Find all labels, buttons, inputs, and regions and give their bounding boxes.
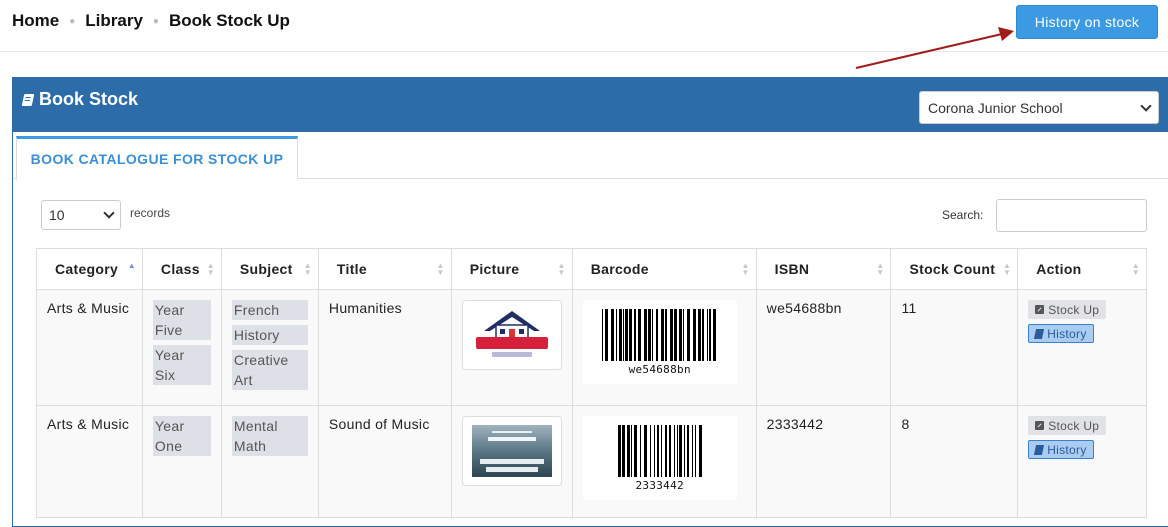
column-header-title[interactable]: Title ▲ ▼ (317, 248, 452, 290)
cell-class: Year One (141, 405, 222, 518)
table-row: Arts & Music Year One Mental Math Sound … (36, 405, 1147, 518)
book-picture[interactable] (461, 416, 562, 486)
records-label: records (130, 206, 171, 220)
page-length-value: 10 (49, 207, 65, 223)
subject-tag: French (231, 300, 308, 320)
search-input[interactable] (996, 199, 1147, 232)
column-header-isbn[interactable]: ISBN ▲ ▼ (755, 248, 892, 290)
wisville-academy-logo (475, 311, 548, 357)
column-header-subject[interactable]: Subject ▲ ▼ (220, 248, 319, 290)
barcode-text: we54688bn (628, 362, 691, 376)
barcode: we54688bn (582, 300, 737, 384)
cell-barcode: we54688bn (571, 289, 757, 406)
panel-header: Book Stock Corona Junior School (13, 78, 1168, 132)
breadcrumb-current: Book Stock Up (168, 11, 290, 30)
column-header-picture[interactable]: Picture ▲ ▼ (450, 248, 573, 290)
sort-icon: ▲ (127, 261, 136, 270)
sort-icon: ▲ ▼ (876, 261, 885, 277)
book-icon (1034, 328, 1045, 339)
breadcrumb-separator: ● (69, 15, 76, 27)
cell-category: Arts & Music (36, 405, 143, 518)
cell-isbn: we54688bn (755, 289, 892, 406)
book-icon (1034, 444, 1045, 455)
sort-icon: ▲ ▼ (436, 261, 445, 277)
cell-stock-count: 8 (890, 405, 1019, 518)
book-table: Category ▲ Class ▲ ▼ Subject ▲ ▼ Title ▲ ▼ Pict… (36, 248, 1147, 518)
chevron-down-icon (1140, 99, 1152, 112)
breadcrumb: Home ● Library ● Book Stock Up (12, 11, 290, 31)
cell-category: Arts & Music (36, 289, 143, 406)
sort-icon: ▲ ▼ (303, 261, 312, 277)
sort-icon: ▲ ▼ (206, 261, 215, 277)
column-header-stock-count[interactable]: Stock Count ▲ ▼ (890, 248, 1019, 290)
search-label: Search: (942, 208, 984, 222)
cell-isbn: 2333442 (755, 405, 892, 518)
class-tag: Year Five (152, 300, 211, 340)
cell-picture (450, 289, 573, 406)
barcode-bars-icon (601, 308, 716, 361)
cell-action: Stock Up History (1017, 289, 1147, 406)
subject-tag: Mental Math (231, 416, 308, 456)
page-length-select[interactable]: 10 (41, 200, 121, 230)
table-row: Arts & Music Year Five Year Six French H… (36, 289, 1147, 406)
column-header-class[interactable]: Class ▲ ▼ (141, 248, 222, 290)
cell-action: Stock Up History (1017, 405, 1147, 518)
cell-subject: French History Creative Art (220, 289, 319, 406)
sort-icon: ▲ ▼ (741, 261, 750, 277)
sort-icon: ▲ ▼ (1131, 261, 1140, 277)
table-header-row: Category ▲ Class ▲ ▼ Subject ▲ ▼ Title ▲ ▼ Pict… (36, 248, 1147, 290)
column-header-barcode[interactable]: Barcode ▲ ▼ (571, 248, 757, 290)
barcode: 2333442 (582, 416, 737, 500)
panel-title: Book Stock (21, 89, 139, 110)
subject-tag: Creative Art (231, 350, 308, 390)
column-header-category[interactable]: Category ▲ (36, 248, 143, 290)
annotation-arrow-icon (855, 27, 1014, 69)
history-button[interactable]: History (1028, 324, 1094, 343)
history-button[interactable]: History (1028, 440, 1094, 459)
cell-title: Sound of Music (317, 405, 452, 518)
stock-up-button[interactable]: Stock Up (1028, 416, 1107, 435)
column-header-action[interactable]: Action ▲ ▼ (1017, 248, 1147, 290)
subject-tag: History (231, 325, 308, 345)
school-select-value: Corona Junior School (928, 99, 1063, 116)
cell-class: Year Five Year Six (141, 289, 222, 406)
breadcrumb-separator: ● (152, 15, 159, 27)
book-stock-panel: Book Stock Corona Junior School BOOK CAT… (12, 77, 1168, 527)
stock-up-button[interactable]: Stock Up (1028, 300, 1107, 319)
class-tag: Year One (152, 416, 211, 456)
panel-title-text: Book Stock (39, 89, 139, 109)
book-icon (21, 93, 35, 106)
class-tag: Year Six (152, 345, 211, 385)
cell-title: Humanities (317, 289, 452, 406)
chevron-down-icon (103, 207, 115, 219)
cell-stock-count: 11 (890, 289, 1019, 406)
breadcrumb-home[interactable]: Home (12, 11, 59, 31)
sort-icon: ▲ ▼ (557, 261, 566, 277)
cell-picture (450, 405, 573, 518)
tab-bar: BOOK CATALOGUE FOR STOCK UP (13, 132, 1168, 180)
cell-barcode: 2333442 (571, 405, 757, 518)
tab-book-catalogue[interactable]: BOOK CATALOGUE FOR STOCK UP (16, 136, 298, 180)
barcode-text: 2333442 (635, 478, 684, 492)
history-on-stock-button[interactable]: History on stock (1016, 5, 1158, 39)
edit-icon (1035, 421, 1045, 430)
school-select[interactable]: Corona Junior School (919, 91, 1159, 124)
book-cover-image (471, 425, 552, 477)
barcode-bars-icon (617, 424, 702, 477)
cell-subject: Mental Math (220, 405, 319, 518)
sort-icon: ▲ ▼ (1002, 261, 1012, 277)
edit-icon (1035, 305, 1045, 314)
book-picture[interactable] (461, 300, 562, 370)
breadcrumb-library[interactable]: Library (85, 11, 143, 31)
